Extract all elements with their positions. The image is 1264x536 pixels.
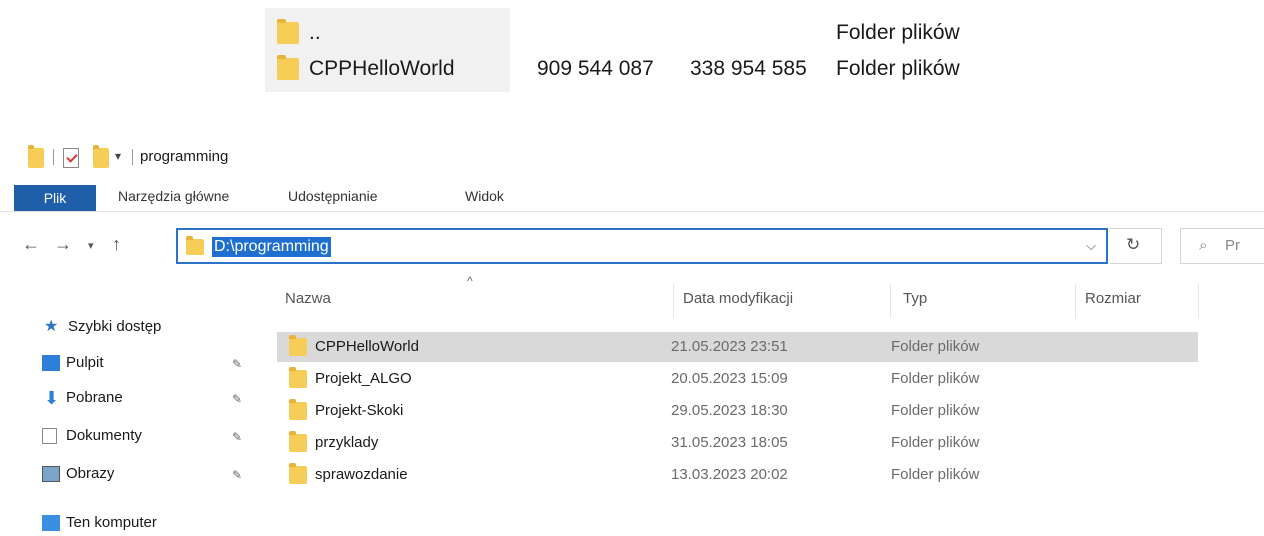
search-icon: ⌕ [1199, 237, 1208, 254]
star-icon: ★ [44, 318, 59, 335]
customize-toolbar-icon[interactable]: ▾ [115, 149, 121, 163]
chevron-down-icon[interactable]: ⌵ [1086, 238, 1096, 254]
search-input[interactable]: ⌕ Pr [1180, 228, 1264, 264]
row-name: .. [309, 21, 321, 44]
divider [53, 149, 54, 165]
folder-icon [277, 19, 299, 44]
forward-arrow-icon[interactable]: → [54, 234, 72, 255]
folder-icon [289, 399, 307, 420]
folder-icon [186, 236, 204, 255]
navigation-bar: ← → ▾ ↑ D:\programming ⌵ ↻ ⌕ Pr [0, 224, 1264, 270]
tab-home[interactable]: Narzędzia główne [118, 181, 229, 211]
column-divider[interactable] [1198, 284, 1199, 318]
column-header-name[interactable]: Nazwa [285, 290, 331, 307]
computer-icon [42, 515, 60, 531]
tab-view[interactable]: Widok [465, 181, 504, 211]
column-header-date[interactable]: Data modyfikacji [683, 290, 793, 307]
desktop-icon [42, 355, 60, 371]
refresh-button[interactable]: ↻ [1110, 228, 1162, 264]
file-list: Nazwa ^ Data modyfikacji Typ Rozmiar CPP… [265, 274, 1264, 533]
folder-icon [289, 335, 307, 356]
folder-icon [289, 431, 307, 452]
recent-locations-icon[interactable]: ▾ [88, 239, 94, 252]
back-arrow-icon[interactable]: ← [22, 234, 40, 255]
document-icon [42, 428, 57, 444]
window-title: programming [140, 148, 229, 165]
folder-icon [289, 463, 307, 484]
table-row[interactable]: Projekt_ALGO 20.05.2023 15:09 Folder pli… [277, 364, 1198, 394]
pin-icon[interactable]: ✎ [232, 430, 242, 444]
up-arrow-icon[interactable]: ↑ [112, 234, 121, 255]
row-type: Folder plików [836, 57, 960, 80]
new-folder-icon[interactable] [93, 145, 109, 168]
navigation-pane: ★ Szybki dostęp Pulpit ✎ ⬇ Pobrane ✎ Dok… [0, 300, 265, 533]
row-name: CPPHelloWorld [309, 57, 455, 80]
folder-icon [28, 145, 44, 168]
ribbon-tabs: Plik Narzędzia główne Udostępnianie Wido… [0, 181, 1264, 212]
tab-share[interactable]: Udostępnianie [288, 181, 378, 211]
column-divider[interactable] [1075, 284, 1076, 318]
tab-file[interactable]: Plik [14, 185, 96, 211]
column-header-size[interactable]: Rozmiar [1085, 290, 1141, 307]
properties-icon[interactable] [63, 148, 79, 168]
refresh-icon: ↻ [1126, 235, 1141, 254]
table-row[interactable]: przyklady 31.05.2023 18:05 Folder plików [277, 428, 1198, 458]
row-type: Folder plików [836, 21, 960, 44]
address-path[interactable]: D:\programming [212, 237, 331, 257]
row-size-1: 909 544 087 [537, 57, 654, 80]
divider [132, 149, 133, 165]
row-size-2: 338 954 585 [690, 57, 807, 80]
table-row[interactable]: CPPHelloWorld 21.05.2023 23:51 Folder pl… [277, 332, 1198, 362]
folder-icon [289, 367, 307, 388]
pin-icon[interactable]: ✎ [232, 392, 242, 406]
pin-icon[interactable]: ✎ [232, 357, 242, 371]
folder-icon [277, 55, 299, 80]
picture-icon [42, 466, 60, 482]
sort-ascending-icon: ^ [467, 274, 473, 288]
pin-icon[interactable]: ✎ [232, 468, 242, 482]
download-icon: ⬇ [44, 388, 60, 408]
column-header-type[interactable]: Typ [903, 290, 927, 307]
table-row[interactable]: sprawozdanie 13.03.2023 20:02 Folder pli… [277, 460, 1198, 490]
search-placeholder: Pr [1225, 237, 1240, 254]
address-bar[interactable]: D:\programming ⌵ [176, 228, 1108, 264]
column-divider[interactable] [673, 284, 674, 318]
title-bar: ▾ programming [0, 142, 1264, 176]
table-row[interactable]: Projekt-Skoki 29.05.2023 18:30 Folder pl… [277, 396, 1198, 426]
column-divider[interactable] [890, 284, 891, 318]
